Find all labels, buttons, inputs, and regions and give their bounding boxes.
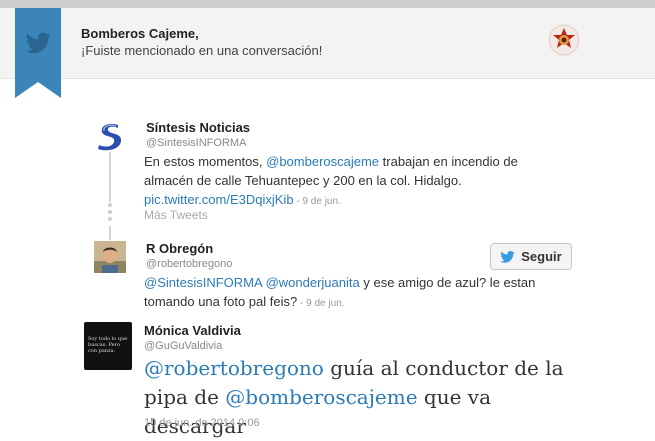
tweet-date[interactable]: - 9 de jun.	[297, 298, 345, 309]
mention-message: ¡Fuiste mencionado en una conversación!	[81, 43, 323, 58]
media-link[interactable]: pic.twitter.com/E3DqixjKib	[144, 192, 294, 207]
tweet-timestamp[interactable]: 10 de jun. de 2014 0:06	[144, 417, 260, 429]
avatar-caption: Soy todo lo que buscas. Pero con panza.	[88, 336, 128, 354]
tweet-author-name[interactable]: Síntesis Noticias	[146, 120, 250, 135]
thread-more-dots	[108, 203, 112, 225]
mention-link[interactable]: @robertobregono	[144, 356, 324, 380]
mention-link[interactable]: @wonderjuanita	[266, 275, 360, 290]
mention-link[interactable]: @bomberoscajeme	[266, 154, 379, 169]
follow-button-label: Seguir	[521, 249, 562, 264]
thread-connector	[109, 152, 111, 202]
follow-button[interactable]: Seguir	[490, 243, 572, 270]
twitter-bookmark	[15, 8, 61, 98]
bomberos-logo-icon	[548, 24, 580, 56]
tweet-author-handle[interactable]: @robertobregono	[146, 258, 232, 270]
thread-connector	[109, 226, 111, 240]
mention-link[interactable]: @SintesisINFORMA	[144, 275, 262, 290]
tweet-date[interactable]: - 9 de jun.	[294, 196, 341, 207]
tweet-text: En estos momentos, @bomberoscajeme traba…	[144, 152, 564, 211]
tweet-text-segment: En estos momentos,	[144, 154, 267, 169]
twitter-bird-icon	[500, 250, 515, 263]
account-name: Bomberos Cajeme,	[81, 26, 199, 41]
tweet-author-handle[interactable]: @SintesisINFORMA	[146, 137, 246, 149]
more-tweets-link[interactable]: Más Tweets	[144, 208, 208, 222]
top-border	[0, 0, 655, 8]
robertobregono-avatar[interactable]	[94, 241, 126, 273]
mention-link[interactable]: @bomberoscajeme	[225, 385, 417, 409]
tweet-author-name[interactable]: Mónica Valdivia	[144, 323, 241, 338]
tweet-text: @SintesisINFORMA @wonderjuanita y ese am…	[144, 273, 584, 313]
tweet-author-handle[interactable]: @GuGuValdivia	[144, 340, 222, 352]
tweet-author-name[interactable]: R Obregón	[146, 241, 213, 256]
guguvaldivia-avatar[interactable]: Soy todo lo que buscas. Pero con panza.	[84, 322, 132, 370]
sintesis-avatar[interactable]	[94, 120, 126, 152]
